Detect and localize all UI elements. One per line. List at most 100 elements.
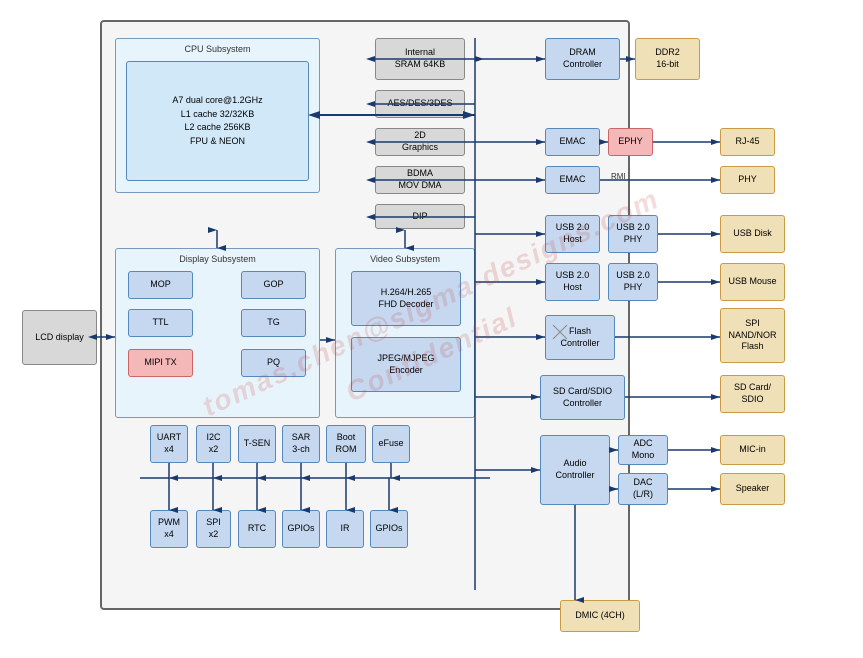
gop-label: GOP: [263, 279, 283, 291]
gpios1-block: GPIOs: [282, 510, 320, 548]
mop-block: MOP: [128, 271, 193, 299]
i2c-block: I2Cx2: [196, 425, 231, 463]
lcd-label: LCD display: [35, 332, 84, 344]
dip-block: DIP: [375, 204, 465, 229]
ir-block: IR: [326, 510, 364, 548]
mipi-tx-label: MIPI TX: [144, 357, 176, 369]
lcd-display-block: LCD display: [22, 310, 97, 365]
bdma-label: BDMAMOV DMA: [398, 168, 441, 191]
pwm-label: PWMx4: [158, 517, 180, 540]
dram-controller-block: DRAMController: [545, 38, 620, 80]
usb-host2-label: USB 2.0Host: [556, 270, 590, 293]
speaker-block: Speaker: [720, 473, 785, 505]
usb-host1-block: USB 2.0Host: [545, 215, 600, 253]
usb-phy1-block: USB 2.0PHY: [608, 215, 658, 253]
flash-ctrl-block: FlashController: [545, 315, 615, 360]
tsen-label: T-SEN: [244, 438, 271, 450]
sdcard-label: SD Card/SDIO: [734, 382, 771, 405]
usb-mouse-label: USB Mouse: [728, 276, 776, 288]
usb-host2-block: USB 2.0Host: [545, 263, 600, 301]
aes-label: AES/DES/3DES: [387, 98, 452, 110]
ttl-label: TTL: [152, 317, 168, 329]
emac2-block: EMAC: [545, 166, 600, 194]
cpu-core-block: A7 dual core@1.2GHzL1 cache 32/32KBL2 ca…: [126, 61, 309, 181]
spi-nand-block: SPINAND/NORFlash: [720, 308, 785, 363]
dmic-label: DMIC (4CH): [575, 610, 625, 622]
h264-block: H.264/H.265FHD Decoder: [351, 271, 461, 326]
sdcard-ctrl-label: SD Card/SDIOController: [553, 386, 612, 409]
phy-label: PHY: [738, 174, 757, 186]
usb-disk-label: USB Disk: [733, 228, 772, 240]
adc-block: ADCMono: [618, 435, 668, 465]
rj45-label: RJ-45: [735, 136, 759, 148]
ephy-label: EPHY: [618, 136, 643, 148]
diagram-container: CPU Subsystem A7 dual core@1.2GHzL1 cach…: [0, 0, 863, 658]
spi2-block: SPIx2: [196, 510, 231, 548]
internal-sram-block: InternalSRAM 64KB: [375, 38, 465, 80]
ephy-block: EPHY: [608, 128, 653, 156]
jpeg-label: JPEG/MJPEGEncoder: [377, 353, 434, 376]
speaker-label: Speaker: [736, 483, 770, 495]
i2c-label: I2Cx2: [206, 432, 220, 455]
adc-label: ADCMono: [632, 438, 655, 461]
usb-phy1-label: USB 2.0PHY: [616, 222, 650, 245]
2d-graphics-block: 2DGraphics: [375, 128, 465, 156]
spi2-label: SPIx2: [206, 517, 221, 540]
usb-disk-block: USB Disk: [720, 215, 785, 253]
dmic-block: DMIC (4CH): [560, 600, 640, 632]
sdcard-ctrl-block: SD Card/SDIOController: [540, 375, 625, 420]
rj45-block: RJ-45: [720, 128, 775, 156]
mic-in-label: MIC-in: [739, 444, 766, 456]
pq-block: PQ: [241, 349, 306, 377]
uart-block: UARTx4: [150, 425, 188, 463]
rtc-block: RTC: [238, 510, 276, 548]
tg-label: TG: [267, 317, 280, 329]
tg-block: TG: [241, 309, 306, 337]
rmi-label: RMI: [611, 172, 626, 181]
video-title: Video Subsystem: [336, 254, 474, 264]
rtc-label: RTC: [248, 523, 266, 535]
ddr2-label: DDR216-bit: [655, 47, 680, 70]
spi-nand-label: SPINAND/NORFlash: [728, 318, 776, 353]
sar-label: SAR3-ch: [292, 432, 311, 455]
audio-ctrl-label: AudioController: [555, 458, 594, 481]
bdma-block: BDMAMOV DMA: [375, 166, 465, 194]
pq-label: PQ: [267, 357, 280, 369]
usb-phy2-label: USB 2.0PHY: [616, 270, 650, 293]
gpios1-label: GPIOs: [287, 523, 314, 535]
dram-ctrl-label: DRAMController: [563, 47, 602, 70]
sar-block: SAR3-ch: [282, 425, 320, 463]
jpeg-block: JPEG/MJPEGEncoder: [351, 337, 461, 392]
video-subsystem: Video Subsystem H.264/H.265FHD Decoder J…: [335, 248, 475, 418]
2d-label: 2DGraphics: [402, 130, 438, 153]
efuse-block: eFuse: [372, 425, 410, 463]
emac2-label: EMAC: [559, 174, 585, 186]
dac-label: DAC(L/R): [633, 477, 653, 500]
gpios2-block: GPIOs: [370, 510, 408, 548]
phy-block: PHY: [720, 166, 775, 194]
h264-label: H.264/H.265FHD Decoder: [378, 287, 433, 310]
gpios2-label: GPIOs: [375, 523, 402, 535]
tsen-block: T-SEN: [238, 425, 276, 463]
cpu-subsystem-title: CPU Subsystem: [116, 44, 319, 54]
display-title: Display Subsystem: [116, 254, 319, 264]
usb-host1-label: USB 2.0Host: [556, 222, 590, 245]
ddr2-block: DDR216-bit: [635, 38, 700, 80]
audio-ctrl-block: AudioController: [540, 435, 610, 505]
sdcard-block: SD Card/SDIO: [720, 375, 785, 413]
aes-block: AES/DES/3DES: [375, 90, 465, 118]
dac-block: DAC(L/R): [618, 473, 668, 505]
flash-ctrl-label: FlashController: [560, 326, 599, 349]
cpu-subsystem: CPU Subsystem A7 dual core@1.2GHzL1 cach…: [115, 38, 320, 193]
mop-label: MOP: [150, 279, 171, 291]
cpu-core-text: A7 dual core@1.2GHzL1 cache 32/32KBL2 ca…: [172, 94, 262, 148]
usb-phy2-block: USB 2.0PHY: [608, 263, 658, 301]
uart-label: UARTx4: [157, 432, 181, 455]
emac1-block: EMAC: [545, 128, 600, 156]
emac1-label: EMAC: [559, 136, 585, 148]
dip-label: DIP: [412, 211, 427, 223]
pwm-block: PWMx4: [150, 510, 188, 548]
display-subsystem: Display Subsystem MOP GOP TTL TG MIPI TX…: [115, 248, 320, 418]
gop-block: GOP: [241, 271, 306, 299]
boot-rom-block: BootROM: [326, 425, 366, 463]
